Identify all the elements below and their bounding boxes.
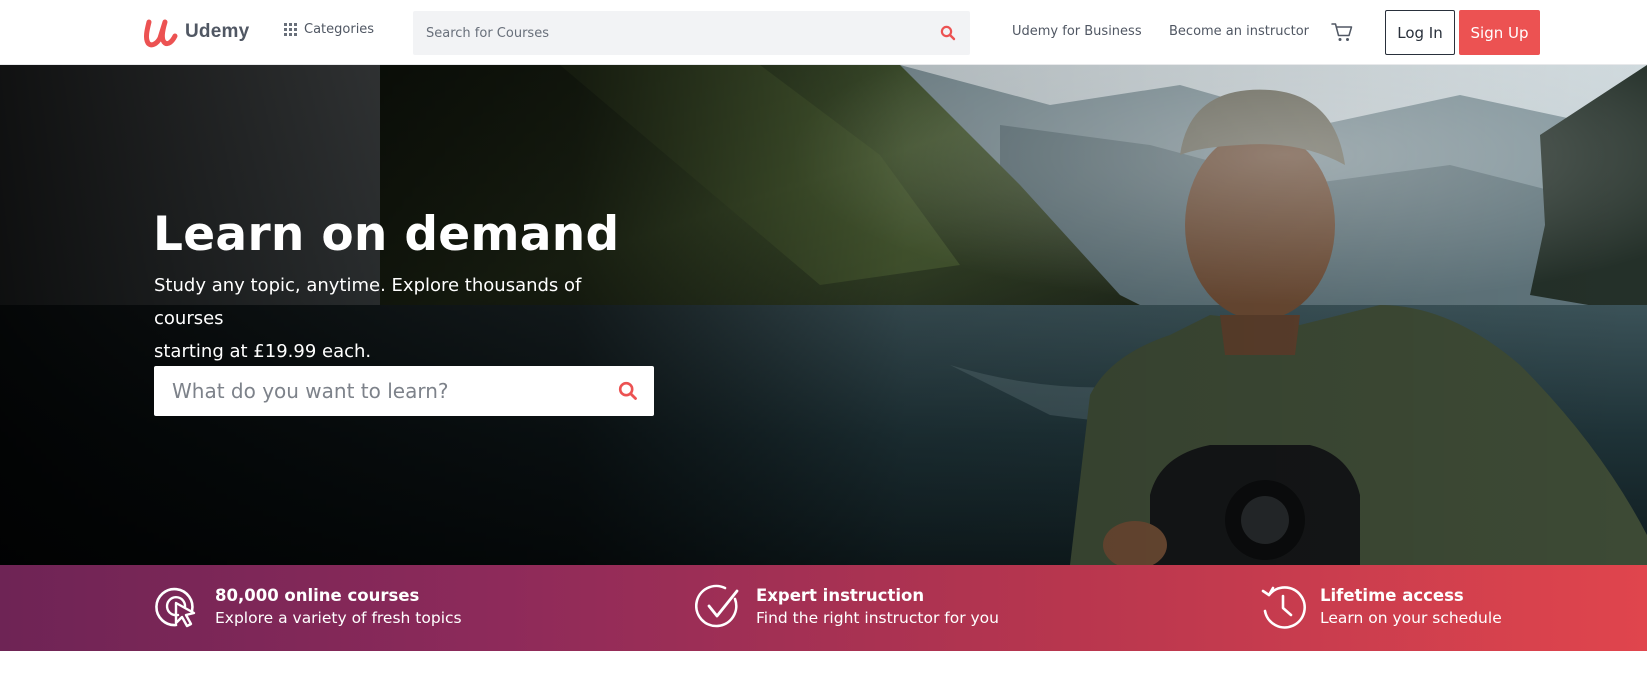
categories-label: Categories	[304, 22, 375, 37]
hero-search-bar	[154, 366, 654, 416]
hero-subtitle-line-2: starting at £19.99 each.	[154, 341, 372, 362]
cursor-click-icon	[155, 587, 196, 628]
header-search-input[interactable]	[413, 11, 926, 55]
cart-icon	[1331, 23, 1353, 41]
grid-icon	[284, 23, 297, 36]
search-icon	[618, 381, 637, 400]
hero-title: Learn on demand	[153, 207, 620, 262]
login-button[interactable]: Log In	[1385, 10, 1455, 55]
become-instructor-link[interactable]: Become an instructor	[1169, 24, 1309, 39]
value-prop-description: Learn on your schedule	[1320, 609, 1502, 627]
value-prop-title: Expert instruction	[756, 586, 925, 605]
udemy-u-logo-icon	[143, 19, 178, 48]
value-prop-courses: 80,000 online courses Explore a variety …	[154, 583, 462, 631]
udemy-logo[interactable]: Udemy	[143, 16, 249, 48]
value-prop-instruction: Expert instruction Find the right instru…	[695, 583, 999, 631]
top-navigation-bar: Udemy Categories Udemy for Business Beco…	[0, 0, 1647, 65]
value-prop-description: Find the right instructor for you	[756, 609, 999, 627]
value-prop-lifetime: Lifetime access Learn on your schedule	[1259, 583, 1502, 631]
value-propositions-strip: 80,000 online courses Explore a variety …	[0, 565, 1647, 651]
hero-search-input[interactable]	[154, 366, 602, 416]
signup-button[interactable]: Sign Up	[1459, 10, 1540, 55]
cart-button[interactable]	[1331, 22, 1353, 46]
checkmark-icon	[695, 584, 739, 628]
header-search-bar	[413, 11, 970, 55]
value-prop-title: 80,000 online courses	[215, 586, 420, 605]
value-prop-description: Explore a variety of fresh topics	[215, 609, 462, 627]
search-icon	[940, 25, 956, 41]
logo-wordmark: Udemy	[185, 21, 250, 42]
hero-subtitle: Study any topic, anytime. Explore thousa…	[154, 269, 654, 368]
categories-menu[interactable]: Categories	[284, 22, 374, 37]
header-search-button[interactable]	[926, 11, 970, 55]
hero-search-button[interactable]	[602, 366, 654, 416]
hero-banner: Learn on demand Study any topic, anytime…	[0, 65, 1647, 565]
clock-history-icon	[1261, 586, 1306, 629]
value-prop-title: Lifetime access	[1320, 586, 1464, 605]
hero-subtitle-line-1: Study any topic, anytime. Explore thousa…	[154, 275, 582, 329]
udemy-for-business-link[interactable]: Udemy for Business	[1012, 24, 1142, 39]
